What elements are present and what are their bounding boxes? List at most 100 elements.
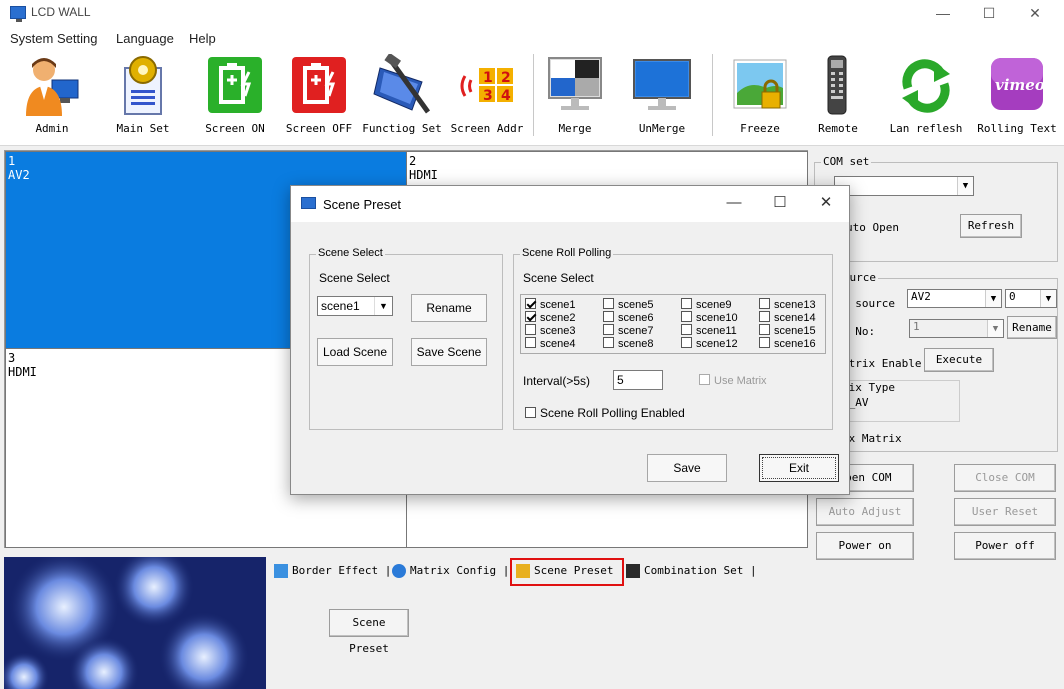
toolbar-label: Screen OFF	[285, 122, 353, 135]
save-scene-button[interactable]: Save Scene	[411, 338, 487, 366]
auto-adjust-button[interactable]: Auto Adjust	[816, 498, 914, 526]
scene-checkbox-label: scene1	[540, 299, 576, 311]
minimize-button[interactable]: —	[920, 0, 966, 28]
merge-button[interactable]: Merge	[545, 50, 605, 146]
power-on-button[interactable]: Power on	[816, 532, 914, 560]
screen-addr-button[interactable]: 1 2 3 4 Screen Addr	[447, 50, 527, 146]
scene-checkbox-label: scene10	[696, 312, 738, 324]
chevron-down-icon: ▼	[374, 297, 392, 315]
checkbox-box	[681, 298, 692, 309]
maximize-button[interactable]: ☐	[966, 0, 1012, 28]
screen-on-battery-icon	[208, 57, 262, 113]
user-reset-button[interactable]: User Reset	[954, 498, 1056, 526]
scene-checkbox[interactable]: scene15	[759, 324, 816, 337]
menu-system-setting[interactable]: System Setting	[10, 31, 97, 46]
scene-select-dropdown[interactable]: scene1 ▼	[317, 296, 393, 316]
toolbar-label: UnMerge	[638, 122, 686, 135]
screen-off-button[interactable]: Screen OFF	[283, 50, 355, 146]
scene-checkbox[interactable]: scene16	[759, 337, 816, 350]
scene-roll-polling-caption: Scene Roll Polling	[520, 247, 614, 259]
scene-checkbox-label: scene14	[774, 312, 816, 324]
scene-checkbox[interactable]: scene14	[759, 311, 816, 324]
tab-label: Combination Set	[644, 564, 744, 577]
checkbox-box	[759, 298, 770, 309]
checkbox-box	[525, 324, 536, 335]
vimeo-rolling-text-icon: vimeo	[991, 58, 1045, 110]
screen-number: 1	[8, 154, 16, 168]
dialog-maximize-button[interactable]: ☐	[757, 186, 803, 222]
svg-text:1: 1	[483, 70, 493, 86]
scene-checkbox[interactable]: scene8	[603, 337, 653, 350]
no-select[interactable]: 1 ▼	[909, 319, 1004, 338]
chevron-down-icon: ▼	[957, 177, 973, 195]
menu-help[interactable]: Help	[189, 31, 216, 46]
dialog-minimize-button[interactable]: —	[711, 186, 757, 222]
dialog-exit-button[interactable]: Exit	[759, 454, 839, 482]
freeze-button[interactable]: Freeze	[730, 50, 790, 146]
scene-preset-dialog: Scene Preset — ☐ ✕ Scene Select Scene Se…	[290, 185, 850, 495]
close-button[interactable]: ✕	[1012, 0, 1058, 28]
power-off-button[interactable]: Power off	[954, 532, 1056, 560]
close-com-button[interactable]: Close COM	[954, 464, 1056, 492]
checkbox-box	[759, 324, 770, 335]
rolling-text-button[interactable]: vimeo Rolling Text	[972, 50, 1062, 146]
tab-matrix-config[interactable]: Matrix Config |	[388, 560, 513, 584]
scene-checkbox[interactable]: scene5	[603, 298, 653, 311]
toolbar-label: Functiog Set	[362, 122, 442, 135]
source-select[interactable]: AV2 ▼	[907, 289, 1002, 308]
screen-on-button[interactable]: Screen ON	[200, 50, 270, 146]
no-value: 1	[913, 320, 920, 333]
function-set-button[interactable]: Functiog Set	[362, 50, 442, 146]
com-set-caption: COM set	[821, 155, 872, 168]
scene-checkbox[interactable]: scene11	[681, 324, 737, 337]
scene-checkbox[interactable]: scene10	[681, 311, 738, 324]
scene-checkbox[interactable]: scene4	[525, 337, 575, 350]
scene-select-group-caption: Scene Select	[316, 247, 385, 259]
scene-checkbox-label: scene7	[618, 325, 654, 337]
dialog-close-button[interactable]: ✕	[803, 186, 849, 222]
menu-bar: System Setting Language Help	[0, 28, 1064, 50]
toolbar-label: Screen ON	[205, 122, 265, 135]
tab-border-effect[interactable]: Border Effect |	[270, 560, 395, 584]
remote-button[interactable]: Remote	[815, 50, 861, 146]
interval-input[interactable]: 5	[613, 370, 663, 390]
scene-preset-button[interactable]: Scene Preset	[329, 609, 409, 655]
scene-checkbox-label: scene2	[540, 312, 576, 324]
dialog-save-button[interactable]: Save	[647, 454, 727, 482]
function-set-tool-icon	[373, 54, 431, 114]
scene-checkbox[interactable]: scene6	[603, 311, 653, 324]
scene-checkbox[interactable]: scene13	[759, 298, 816, 311]
unmerge-button[interactable]: UnMerge	[627, 50, 697, 146]
com-port-select[interactable]: ▼	[834, 176, 974, 196]
execute-button[interactable]: Execute	[924, 348, 994, 372]
roll-polling-enabled-checkbox[interactable]: Scene Roll Polling Enabled	[525, 407, 685, 419]
tab-scene-preset[interactable]: Scene Preset	[510, 558, 624, 586]
tab-label: Scene Preset	[534, 564, 614, 577]
lan-refresh-button[interactable]: Lan reflesh	[886, 50, 966, 146]
menu-language[interactable]: Language	[116, 31, 174, 46]
rename-button[interactable]: Rename	[1007, 316, 1057, 339]
load-scene-button[interactable]: Load Scene	[317, 338, 393, 366]
scene-checkbox-label: scene12	[696, 338, 738, 350]
admin-button[interactable]: Admin	[22, 50, 82, 146]
tab-combination-set[interactable]: Combination Set |	[622, 560, 761, 584]
dialog-rename-button[interactable]: Rename	[411, 294, 487, 322]
remote-control-icon	[827, 55, 847, 115]
checkbox-box	[759, 311, 770, 322]
checkbox-box	[681, 324, 692, 335]
checkbox-box	[525, 311, 536, 322]
main-set-button[interactable]: Main Set	[113, 50, 173, 146]
use-matrix-checkbox[interactable]: Use Matrix	[699, 374, 767, 387]
scene-checkbox[interactable]: scene2	[525, 311, 576, 324]
svg-text:2: 2	[501, 70, 511, 86]
chevron-down-icon: ▼	[1040, 290, 1056, 307]
dialog-title: Scene Preset	[323, 197, 402, 212]
scene-checkbox[interactable]: scene3	[525, 324, 575, 337]
source-number-select[interactable]: 0 ▼	[1005, 289, 1057, 308]
scene-checkbox[interactable]: scene12	[681, 337, 738, 350]
scene-checkbox[interactable]: scene9	[681, 298, 731, 311]
scene-checkbox[interactable]: scene1	[525, 298, 576, 311]
scene-checkbox[interactable]: scene7	[603, 324, 654, 337]
refresh-button[interactable]: Refresh	[960, 214, 1022, 238]
dialog-monitor-icon	[301, 197, 316, 209]
